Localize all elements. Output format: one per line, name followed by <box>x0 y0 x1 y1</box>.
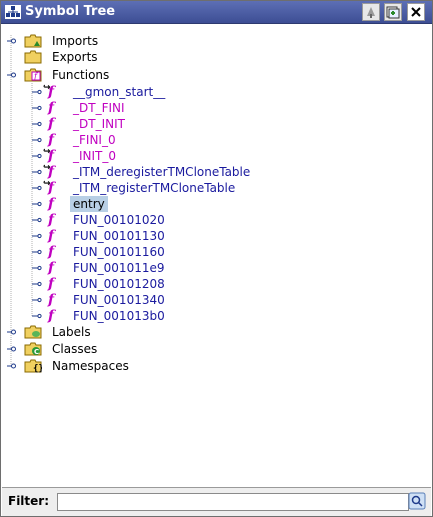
snapshot-button[interactable] <box>384 3 402 21</box>
thunk-icon: ↪ <box>43 179 51 189</box>
function-name: _ITM_registerTMCloneTable <box>73 181 236 195</box>
classes-folder-icon: C <box>24 342 42 356</box>
pin-icon <box>367 7 375 18</box>
function-item[interactable]: f ↪ _ITM_registerTMCloneTable <box>2 179 302 196</box>
filter-options-icon <box>408 492 426 510</box>
close-button[interactable] <box>407 3 425 21</box>
function-name: _DT_FINI <box>73 101 125 115</box>
function-icon: f <box>48 212 55 228</box>
tree-connector <box>32 297 42 303</box>
svg-text:{}: {} <box>33 364 42 373</box>
function-item[interactable]: f ↪ __gmon_start__ <box>2 83 302 100</box>
close-icon <box>411 7 421 17</box>
function-item[interactable]: f entry <box>2 196 302 212</box>
tree-node-label: Namespaces <box>52 359 129 373</box>
tree-connector <box>32 313 42 319</box>
function-item[interactable]: f _DT_INIT <box>2 116 302 132</box>
function-name: FUN_001011e9 <box>73 261 165 275</box>
functions-folder-icon: f <box>24 68 42 82</box>
tree-connector <box>32 233 42 239</box>
function-item[interactable]: f FUN_00101208 <box>2 276 302 292</box>
tree-node-classes[interactable]: C Classes <box>2 341 202 357</box>
tree-connector <box>32 201 42 207</box>
filter-label: Filter: <box>8 494 50 508</box>
collapse-toggle-icon[interactable] <box>7 71 16 79</box>
labels-folder-icon <box>24 325 42 339</box>
function-name: _DT_INIT <box>73 117 125 131</box>
symbol-tree[interactable]: Imports Exports f Functions f ↪ __gmon_sta… <box>2 25 431 485</box>
thunk-icon: ↪ <box>43 163 51 173</box>
function-name: FUN_00101208 <box>73 277 165 291</box>
tree-node-functions[interactable]: f Functions <box>2 67 202 83</box>
snapshot-icon <box>386 6 400 19</box>
tree-node-imports[interactable]: Imports <box>2 33 202 49</box>
function-icon: f <box>48 308 55 324</box>
function-icon: f <box>48 116 55 132</box>
function-item[interactable]: f FUN_00101160 <box>2 244 302 260</box>
navigation-toggle-button[interactable] <box>362 3 380 21</box>
namespaces-folder-icon: {} <box>24 359 42 373</box>
function-item[interactable]: f FUN_00101340 <box>2 292 302 308</box>
panel-title: Symbol Tree <box>25 4 116 19</box>
svg-text:C: C <box>34 348 39 356</box>
symbol-tree-panel: Symbol Tree Imports Exports f Functions … <box>0 0 433 517</box>
function-name: _INIT_0 <box>73 149 117 163</box>
title-bar: Symbol Tree <box>1 1 432 24</box>
filter-options-button[interactable] <box>408 492 426 510</box>
function-name: _FINI_0 <box>73 133 116 147</box>
exports-folder-icon <box>24 50 42 64</box>
expand-toggle-icon[interactable] <box>7 345 16 353</box>
function-name: FUN_00101020 <box>73 213 165 227</box>
function-icon: f <box>48 228 55 244</box>
expand-toggle-icon[interactable] <box>7 362 16 370</box>
function-name: FUN_00101340 <box>73 293 165 307</box>
tree-node-exports[interactable]: Exports <box>2 49 202 65</box>
thunk-icon: ↪ <box>43 147 51 157</box>
tree-connector <box>32 105 42 111</box>
tree-connector <box>32 217 42 223</box>
function-icon: f <box>48 260 55 276</box>
tree-node-namespaces[interactable]: {} Namespaces <box>2 358 202 374</box>
tree-connector <box>32 121 42 127</box>
function-icon: f <box>48 292 55 308</box>
tree-connector <box>32 281 42 287</box>
function-item[interactable]: f FUN_00101130 <box>2 228 302 244</box>
function-icon: f <box>48 276 55 292</box>
thunk-icon: ↪ <box>43 83 51 93</box>
function-name: entry <box>70 196 108 212</box>
tree-node-label: Imports <box>52 34 99 48</box>
expand-toggle-icon[interactable] <box>7 328 16 336</box>
function-icon: f <box>48 244 55 260</box>
function-icon: f <box>48 100 55 116</box>
filter-bar: Filter: <box>2 487 431 516</box>
function-name: FUN_001013b0 <box>73 309 165 323</box>
function-item[interactable]: f FUN_001013b0 <box>2 308 302 324</box>
tree-node-label: Exports <box>52 50 98 64</box>
function-icon: f <box>48 196 55 212</box>
function-name: __gmon_start__ <box>73 85 166 99</box>
tree-connector <box>32 265 42 271</box>
tree-node-labels[interactable]: Labels <box>2 324 202 340</box>
expand-toggle-icon[interactable] <box>7 37 16 45</box>
symbol-tree-icon <box>5 5 21 19</box>
function-item[interactable]: f _DT_FINI <box>2 100 302 116</box>
function-name: FUN_00101130 <box>73 229 165 243</box>
function-item[interactable]: f FUN_00101020 <box>2 212 302 228</box>
function-name: FUN_00101160 <box>73 245 165 259</box>
function-item[interactable]: f FUN_001011e9 <box>2 260 302 276</box>
imports-folder-icon <box>24 34 42 48</box>
tree-node-label: Classes <box>52 342 98 356</box>
filter-input[interactable] <box>57 493 409 511</box>
tree-connector <box>32 249 42 255</box>
tree-node-label: Labels <box>52 325 91 339</box>
tree-node-label: Functions <box>52 68 110 82</box>
function-name: _ITM_deregisterTMCloneTable <box>73 165 251 179</box>
